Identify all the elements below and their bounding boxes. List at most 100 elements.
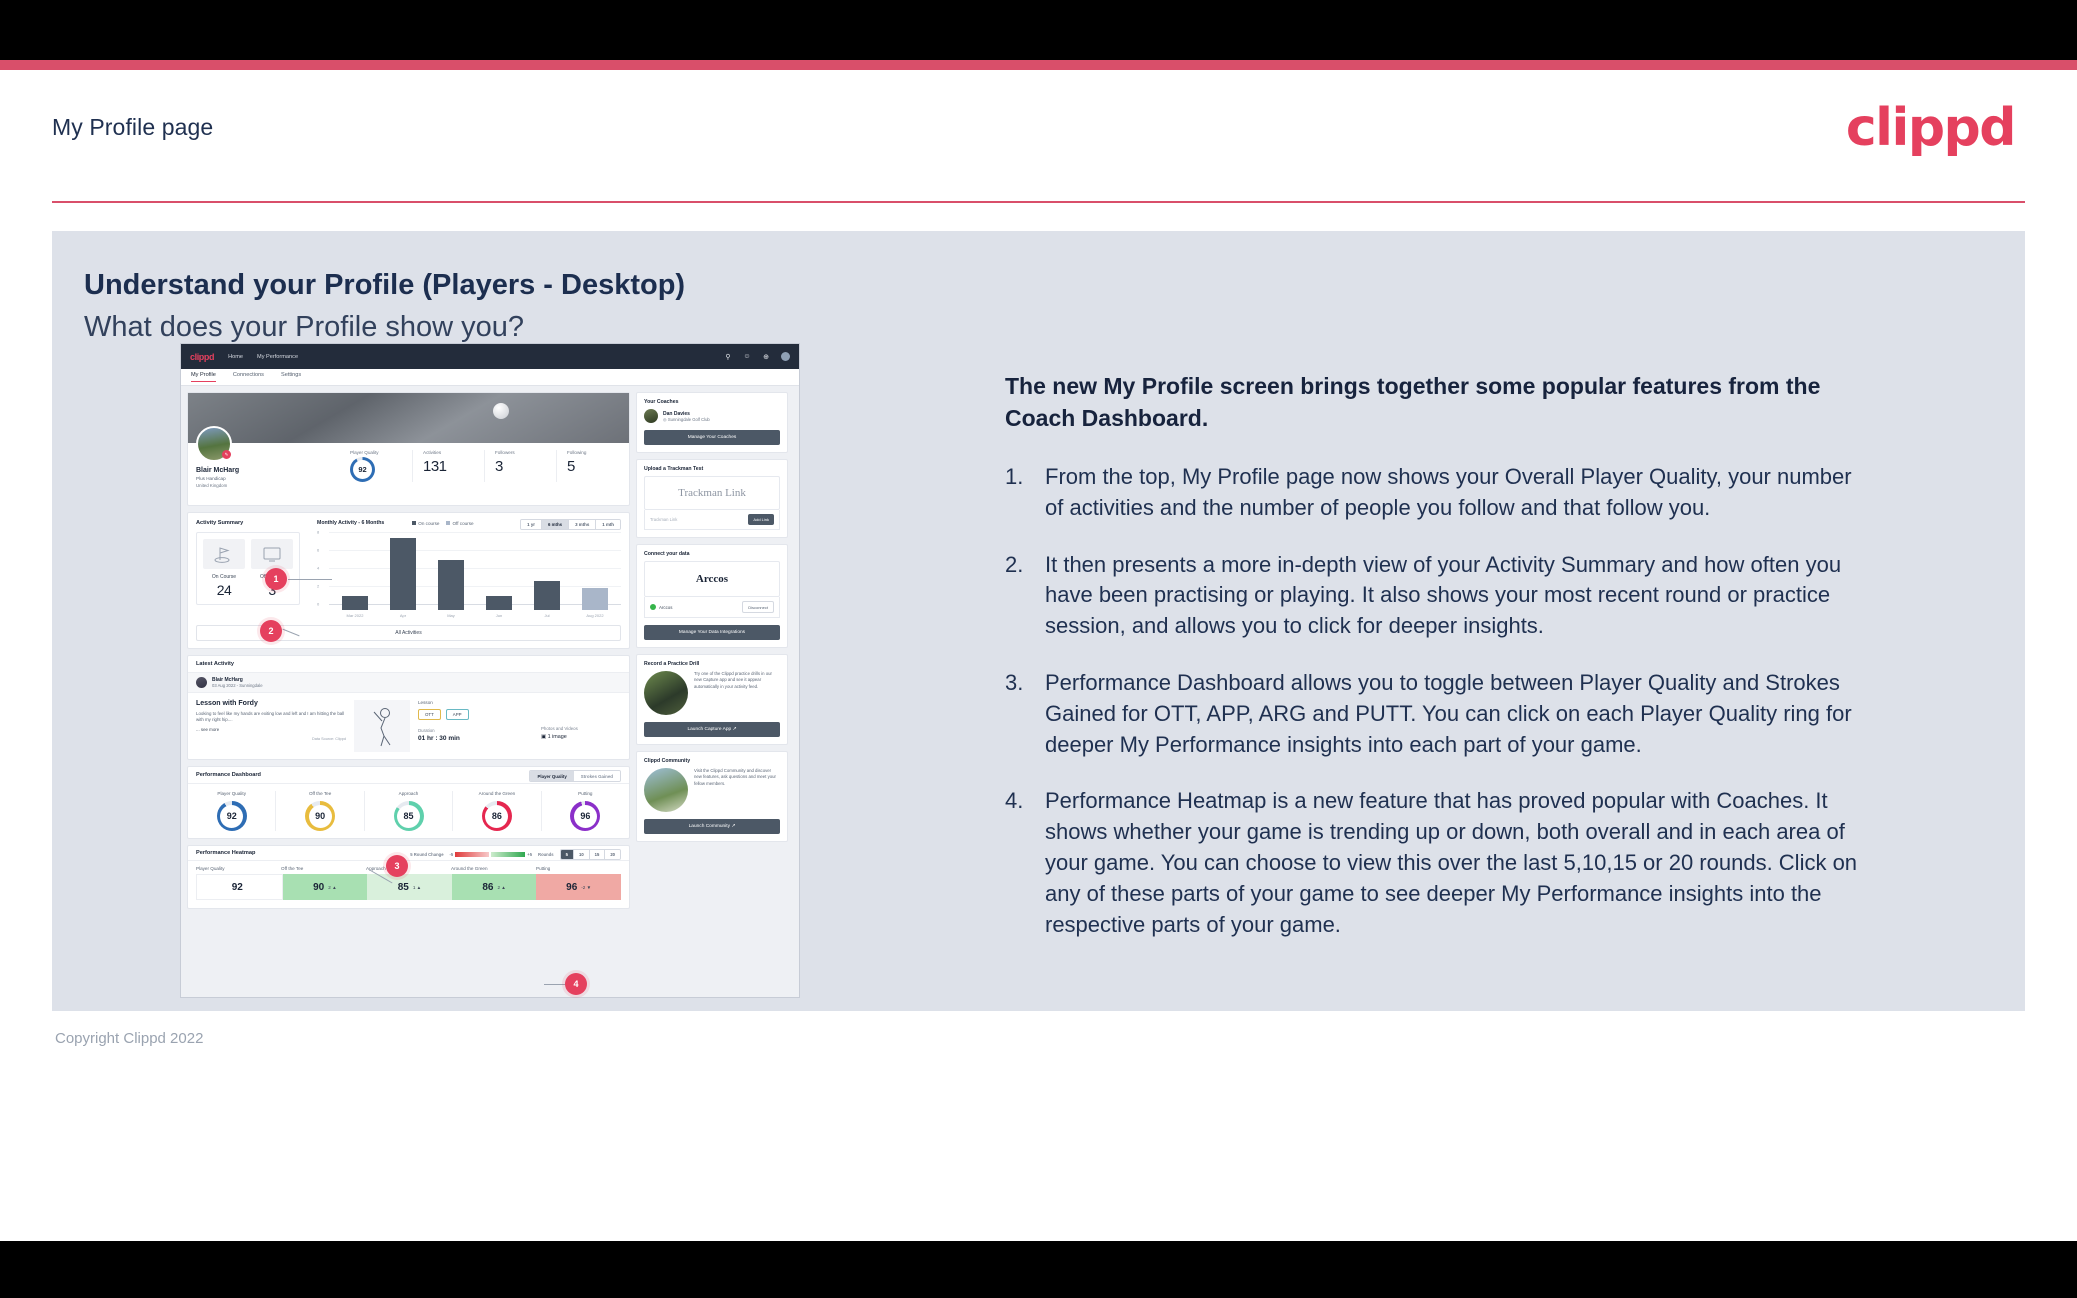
heatmap-delta: 2 ▲ xyxy=(328,884,337,890)
xlabel: Jun xyxy=(495,613,503,618)
connect-body: Arccos Arccos Disconnect Manage Your Dat… xyxy=(637,561,787,647)
performance-dashboard-header: Performance Dashboard Player Quality Str… xyxy=(188,767,629,784)
see-more-link[interactable]: ... see more xyxy=(196,727,346,732)
callout-4: 4 xyxy=(565,973,587,995)
ytick: 8 xyxy=(317,529,320,535)
ring-label: Around the Green xyxy=(478,791,516,796)
app-screenshot: clippd Home My Performance ⚲ ☺ ⊕ My Prof… xyxy=(180,343,800,998)
ring-value: 85 xyxy=(397,804,421,828)
ring-approach[interactable]: Approach 85 xyxy=(363,791,452,831)
stat-activities: Activities 131 xyxy=(412,450,484,482)
list-item-number: 4. xyxy=(1005,788,1024,814)
bar-apr[interactable] xyxy=(390,538,416,610)
ring-around-the-green[interactable]: Around the Green 86 xyxy=(452,791,540,831)
ring-value: 90 xyxy=(308,804,332,828)
launch-community-button[interactable]: Launch Community ↗ xyxy=(644,819,780,834)
trackman-card: Upload a Trackman Test Trackman Link Tra… xyxy=(636,459,788,538)
heatmap-cell[interactable]: 96 -2 ▼ xyxy=(536,874,621,900)
search-icon[interactable]: ⚲ xyxy=(724,353,732,361)
bar-aug[interactable] xyxy=(582,588,608,610)
range-1yr[interactable]: 1 yr xyxy=(521,520,541,529)
stat-value: 5 xyxy=(567,458,575,475)
heatmap-delta: 2 ▲ xyxy=(497,884,506,890)
heatmap-label: Putting xyxy=(536,866,551,871)
stat-label: Following xyxy=(567,450,587,455)
add-link-button[interactable]: Add Link xyxy=(748,514,774,525)
avatar-icon[interactable] xyxy=(781,352,790,361)
list-item: 4. Performance Heatmap is a new feature … xyxy=(1005,786,1875,940)
ring-label: Putting xyxy=(578,791,593,796)
bar-jul[interactable] xyxy=(534,581,560,610)
stat-player-quality[interactable]: Player Quality 92 xyxy=(340,450,412,482)
rounds-15[interactable]: 15 xyxy=(588,850,605,859)
heatmap-cell[interactable]: 85 1 ▲ xyxy=(367,874,452,900)
edit-pencil-icon[interactable]: ✎ xyxy=(222,450,231,459)
bar-mar[interactable] xyxy=(342,595,368,610)
stat-following: Following 5 xyxy=(556,450,628,482)
on-course-value: 24 xyxy=(216,582,232,598)
on-course-tile[interactable]: On Course 24 xyxy=(203,539,245,598)
slide-header: My Profile page clippd xyxy=(0,70,2077,203)
ring-off-the-tee[interactable]: Off the Tee 90 xyxy=(275,791,363,831)
rounds-5[interactable]: 5 xyxy=(560,850,573,859)
header-divider xyxy=(52,201,2025,203)
profile-header: ✎ Blair McHarg Plus Handicap United King… xyxy=(188,426,629,505)
stat-followers: Followers 3 xyxy=(484,450,556,482)
nav-link-my-performance[interactable]: My Performance xyxy=(257,354,298,360)
heatmap-cell[interactable]: 90 2 ▲ xyxy=(282,874,368,900)
disconnect-button[interactable]: Disconnect xyxy=(742,601,774,613)
community-body: Visit the Clippd Community and discover … xyxy=(637,768,787,841)
ring-label: Off the Tee xyxy=(308,791,332,796)
bar-jun[interactable] xyxy=(486,595,512,610)
rounds-10[interactable]: 10 xyxy=(572,850,589,859)
activity-duration: Duration 01 hr : 30 min xyxy=(418,728,533,742)
heatmap-cell[interactable]: 92 xyxy=(196,874,283,900)
heatmap-cell[interactable]: 86 2 ▲ xyxy=(451,874,537,900)
avatar[interactable]: ✎ xyxy=(196,426,232,462)
tag-app[interactable]: APP xyxy=(445,709,469,720)
section-heading: Understand your Profile (Players - Deskt… xyxy=(84,269,686,301)
bar-may[interactable] xyxy=(438,559,464,610)
heatmap-header: Performance Heatmap 5 Round Change -5 +5 xyxy=(188,846,629,861)
scale-positive-gradient xyxy=(491,852,526,857)
profile-identity: Blair McHarg Plus Handicap United Kingdo… xyxy=(196,465,239,488)
range-1mth[interactable]: 1 mth xyxy=(595,520,620,529)
list-item-text: From the top, My Profile page now shows … xyxy=(1045,464,1852,520)
range-3mths[interactable]: 3 mths xyxy=(568,520,596,529)
ring-player-quality[interactable]: Player Quality 92 xyxy=(188,791,275,831)
nav-link-home[interactable]: Home xyxy=(228,354,243,360)
range-6mths[interactable]: 6 mths xyxy=(540,520,569,529)
add-circle-icon[interactable]: ⊕ xyxy=(762,353,770,361)
ring-value: 92 xyxy=(220,804,244,828)
launch-capture-app-button[interactable]: Launch Capture App ↗ xyxy=(644,722,780,737)
heatmap-label: Around the Green xyxy=(451,866,488,871)
ytick: 2 xyxy=(317,583,320,589)
coach-row[interactable]: Dan Davies ◎ Sunningdale Golf Club xyxy=(644,409,780,423)
people-icon[interactable]: ☺ xyxy=(743,353,751,361)
letterbox-top xyxy=(0,0,2077,60)
manage-coaches-button[interactable]: Manage Your Coaches xyxy=(644,430,780,445)
monitor-icon xyxy=(251,539,293,569)
rounds-20[interactable]: 20 xyxy=(604,850,620,859)
connect-data-card: Connect your data Arccos Arccos Disconne… xyxy=(636,544,788,648)
duration-label: Duration xyxy=(418,728,435,733)
trackman-link-input[interactable]: Trackman Link xyxy=(650,517,677,522)
tab-settings[interactable]: Settings xyxy=(281,372,301,382)
coach-avatar xyxy=(644,409,658,423)
heatmap-value: 96 xyxy=(566,881,578,893)
image-icon: ▣ xyxy=(541,734,547,740)
trackman-body: Trackman Link Trackman Link Add Link xyxy=(637,476,787,537)
ring-putting[interactable]: Putting 96 xyxy=(540,791,629,831)
chart-title: Monthly Activity - 6 Months xyxy=(317,520,385,526)
chart-x-labels: Mar 2022 Apr May Jun Jul Aug 2022 xyxy=(331,613,619,618)
tag-ott[interactable]: OTT xyxy=(418,709,441,720)
toggle-player-quality[interactable]: Player Quality xyxy=(530,771,574,781)
list-item-text: Performance Dashboard allows you to togg… xyxy=(1045,669,1852,757)
toggle-strokes-gained[interactable]: Strokes Gained xyxy=(573,771,620,781)
tab-my-profile[interactable]: My Profile xyxy=(191,372,216,382)
heatmap-value: 86 xyxy=(482,881,494,893)
manage-integrations-button[interactable]: Manage Your Data Integrations xyxy=(644,625,780,640)
letterbox-bottom xyxy=(0,1241,2077,1298)
tab-connections[interactable]: Connections xyxy=(233,372,264,382)
player-quality-ring[interactable]: 92 xyxy=(350,457,375,482)
